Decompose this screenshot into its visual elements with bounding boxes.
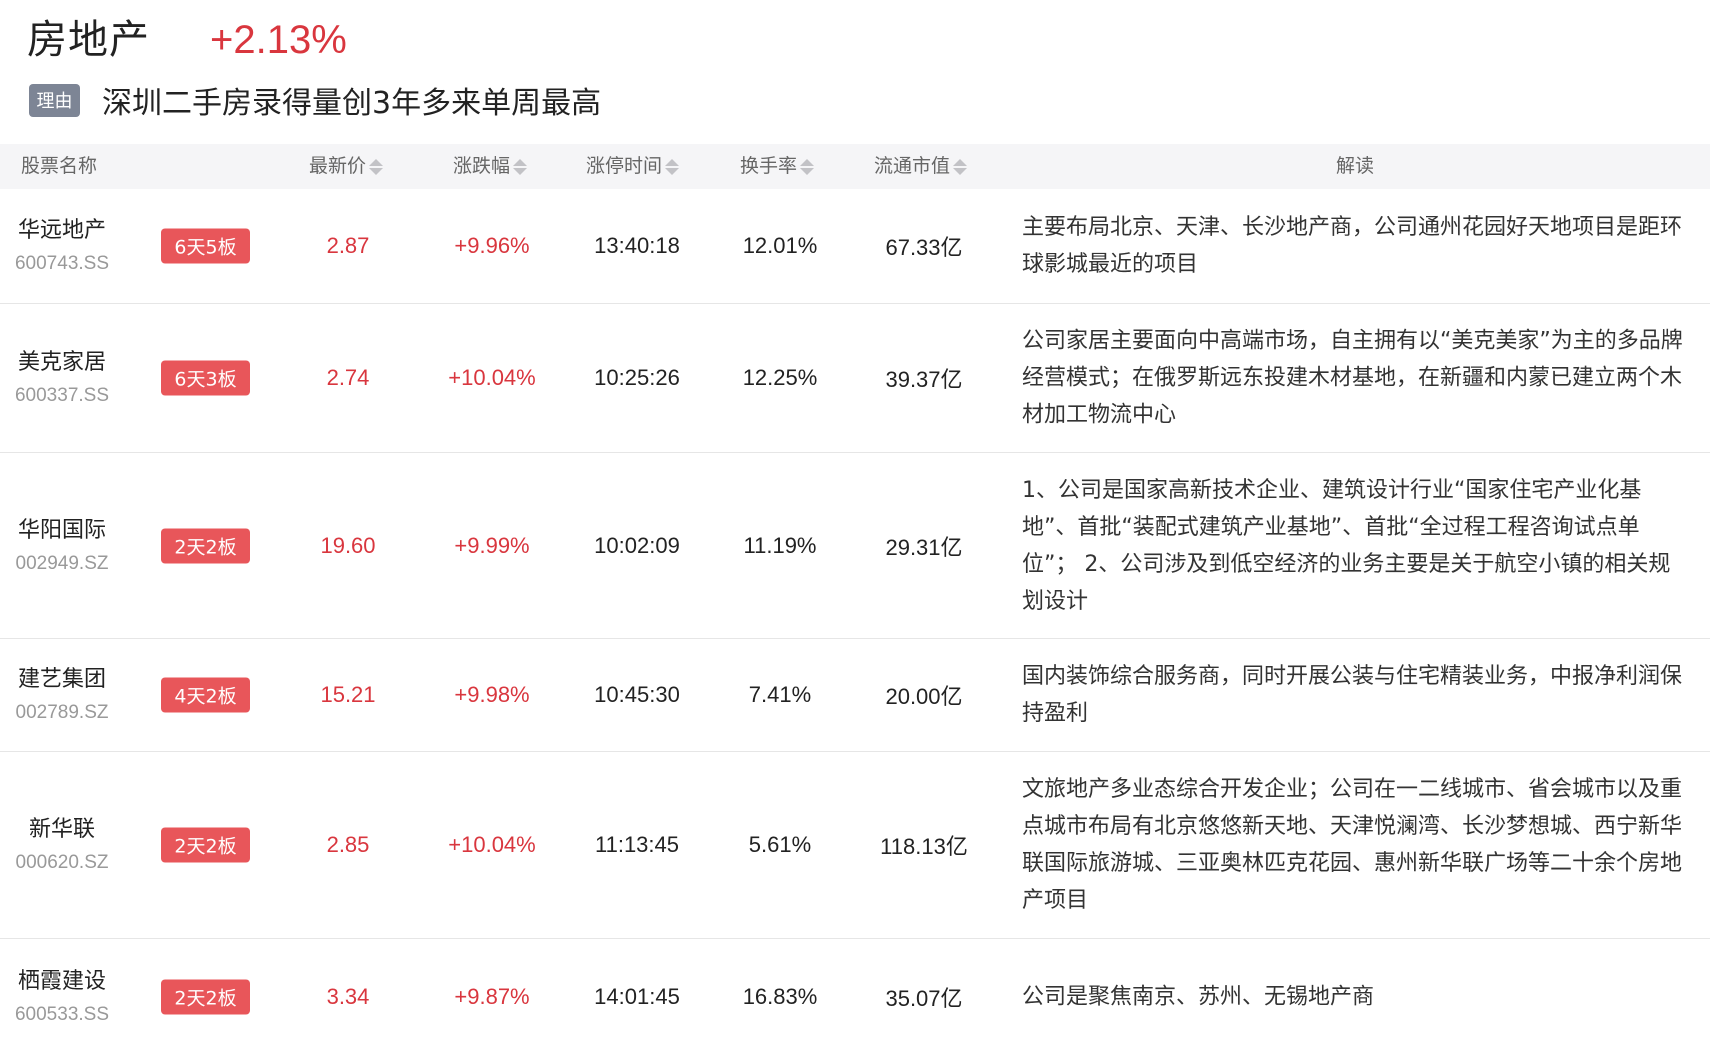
board-count-badge: 6天3板 — [161, 360, 250, 396]
column-header-price[interactable]: 最新价 — [309, 144, 384, 189]
limit-up-table: 股票名称 最新价 涨跌幅 涨停时间 换手率 流通市值 解读 华远地产 60074… — [0, 144, 1710, 1047]
stock-name[interactable]: 美克家居 — [12, 345, 112, 381]
sector-change: +2.13% — [210, 18, 347, 62]
limit-up-time: 10:25:26 — [594, 365, 680, 390]
stock-name-block[interactable]: 美克家居 600337.SS — [12, 345, 112, 411]
stock-code: 002949.SZ — [15, 552, 109, 574]
latest-price: 3.34 — [326, 983, 370, 1009]
limit-up-time: 10:02:09 — [594, 532, 680, 558]
table-row[interactable]: 建艺集团 002789.SZ 4天2板 15.21 +9.98% 10:45:3… — [0, 639, 1710, 752]
sort-icon[interactable] — [513, 158, 528, 175]
table-row[interactable]: 华远地产 600743.SS 6天5板 2.87 +9.96% 13:40:18… — [0, 189, 1710, 304]
table-header: 股票名称 最新价 涨跌幅 涨停时间 换手率 流通市值 解读 — [0, 144, 1710, 189]
turnover-rate: 7.41% — [748, 682, 812, 707]
interpretation-text: 国内装饰综合服务商，同时开展公装与住宅精装业务，中报净利润保持盈利 — [1022, 664, 1683, 726]
board-count-badge: 6天5板 — [161, 228, 250, 264]
latest-price: 2.85 — [326, 832, 370, 857]
price-change: +9.96% — [454, 233, 530, 258]
sector-header: 房地产 +2.13% 理由 深圳二手房录得量创3年多来单周最高 — [0, 0, 1710, 140]
float-market-cap: 35.07亿 — [885, 985, 963, 1011]
float-market-cap: 67.33亿 — [885, 235, 963, 260]
turnover-rate: 12.25% — [742, 365, 818, 390]
float-market-cap: 29.31亿 — [885, 534, 963, 560]
column-header-float-cap[interactable]: 流通市值 — [874, 144, 968, 189]
stock-name[interactable]: 华阳国际 — [12, 513, 112, 549]
column-header-name: 股票名称 — [21, 155, 98, 177]
stock-code: 600337.SS — [14, 385, 110, 406]
stock-code: 002789.SZ — [15, 702, 109, 723]
limit-up-time: 14:01:45 — [594, 983, 680, 1009]
price-change: +10.04% — [448, 365, 536, 390]
column-header-limit-time[interactable]: 涨停时间 — [586, 144, 680, 189]
stock-name-block[interactable]: 栖霞建设 600533.SS — [12, 964, 112, 1030]
sort-icon[interactable] — [665, 158, 680, 175]
interpretation-text: 文旅地产多业态综合开发企业；公司在一二线城市、省会城市以及重点城市布局有北京悠悠… — [1022, 777, 1683, 913]
board-count-badge: 2天2板 — [161, 827, 250, 863]
float-market-cap: 39.37亿 — [885, 367, 963, 392]
interpretation-text: 公司是聚焦南京、苏州、无锡地产商 — [1022, 984, 1375, 1009]
reason-text: 深圳二手房录得量创3年多来单周最高 — [102, 86, 602, 121]
stock-name-block[interactable]: 新华联 000620.SZ — [12, 812, 112, 878]
limit-up-time: 11:13:45 — [594, 832, 680, 857]
turnover-rate: 16.83% — [742, 983, 818, 1009]
stock-name[interactable]: 华远地产 — [12, 213, 112, 249]
stock-code: 600743.SS — [14, 253, 110, 274]
stock-name-block[interactable]: 华远地产 600743.SS — [12, 213, 112, 279]
board-count-badge: 4天2板 — [161, 677, 250, 713]
stock-name-block[interactable]: 华阳国际 002949.SZ — [12, 513, 112, 579]
sort-icon[interactable] — [953, 158, 968, 175]
stock-name[interactable]: 建艺集团 — [12, 662, 112, 698]
sector-name: 房地产 — [27, 17, 150, 63]
table-row[interactable]: 华阳国际 002949.SZ 2天2板 19.60 +9.99% 10:02:0… — [0, 453, 1710, 639]
column-header-turnover[interactable]: 换手率 — [740, 144, 815, 189]
interpretation-text: 1、公司是国家高新技术企业、建筑设计行业“国家住宅产业化基地”、首批“装配式建筑… — [1022, 477, 1671, 614]
float-market-cap: 20.00亿 — [885, 684, 963, 709]
stock-code: 000620.SZ — [15, 852, 109, 873]
stock-name[interactable]: 新华联 — [12, 812, 112, 848]
price-change: +9.87% — [454, 983, 530, 1009]
turnover-rate: 5.61% — [748, 832, 812, 857]
price-change: +9.99% — [454, 532, 530, 558]
table-row[interactable]: 美克家居 600337.SS 6天3板 2.74 +10.04% 10:25:2… — [0, 304, 1710, 453]
float-market-cap: 118.13亿 — [880, 834, 968, 859]
latest-price: 2.87 — [326, 233, 370, 258]
latest-price: 19.60 — [320, 532, 376, 558]
table-row[interactable]: 栖霞建设 600533.SS 2天2板 3.34 +9.87% 14:01:45… — [0, 939, 1710, 1047]
column-header-change[interactable]: 涨跌幅 — [453, 144, 528, 189]
table-row[interactable]: 新华联 000620.SZ 2天2板 2.85 +10.04% 11:13:45… — [0, 752, 1710, 939]
limit-up-time: 10:45:30 — [594, 682, 680, 707]
stock-code: 600533.SS — [14, 1003, 110, 1025]
price-change: +9.98% — [454, 682, 530, 707]
stock-name[interactable]: 栖霞建设 — [12, 964, 112, 1000]
column-header-interpretation: 解读 — [1336, 155, 1375, 177]
price-change: +10.04% — [448, 832, 536, 857]
limit-up-time: 13:40:18 — [594, 233, 680, 258]
latest-price: 2.74 — [326, 365, 370, 390]
interpretation-text: 公司家居主要面向中高端市场，自主拥有以“美克美家”为主的多品牌经营模式；在俄罗斯… — [1022, 328, 1683, 428]
interpretation-text: 主要布局北京、天津、长沙地产商，公司通州花园好天地项目是距环球影城最近的项目 — [1022, 215, 1683, 277]
turnover-rate: 11.19% — [743, 532, 817, 558]
board-count-badge: 2天2板 — [161, 528, 250, 563]
board-count-badge: 2天2板 — [161, 979, 250, 1014]
reason-row: 理由 深圳二手房录得量创3年多来单周最高 — [29, 80, 602, 121]
latest-price: 15.21 — [320, 682, 376, 707]
turnover-rate: 12.01% — [742, 233, 818, 258]
stock-name-block[interactable]: 建艺集团 002789.SZ — [12, 662, 112, 728]
sort-icon[interactable] — [369, 158, 384, 175]
sort-icon[interactable] — [800, 158, 815, 175]
reason-tag: 理由 — [29, 83, 80, 117]
